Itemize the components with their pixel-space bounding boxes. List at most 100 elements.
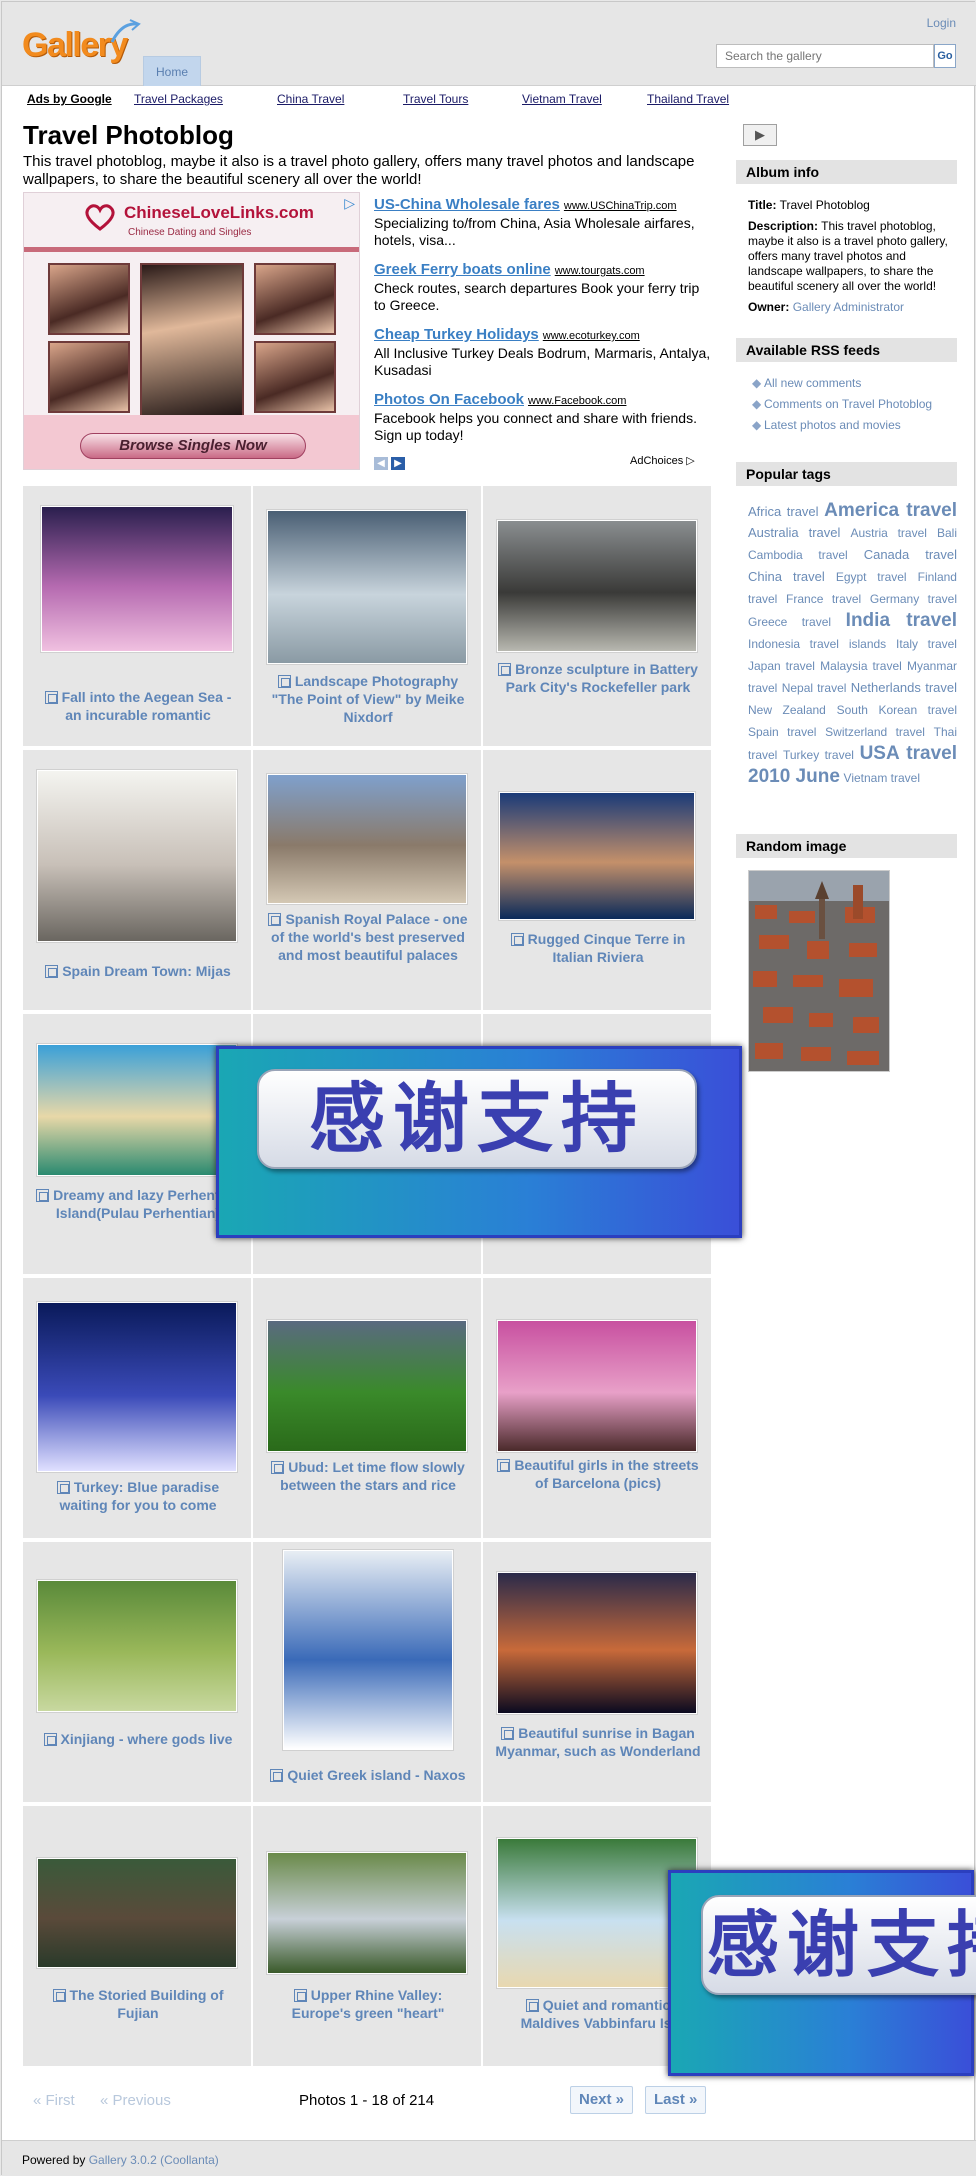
photo-cell[interactable]: Spanish Royal Palace - one of the world'… (253, 750, 481, 1010)
tag-link[interactable]: Switzerland travel (825, 725, 925, 739)
photo-thumbnail[interactable] (499, 792, 695, 920)
tag-link[interactable]: Malaysia travel (820, 659, 902, 673)
photo-thumbnail[interactable] (41, 506, 233, 652)
photo-thumbnail[interactable] (267, 1320, 467, 1452)
tag-link[interactable]: islands (849, 637, 886, 651)
photo-thumbnail[interactable] (497, 520, 697, 652)
photo-thumbnail[interactable] (37, 1302, 237, 1472)
photo-caption[interactable]: Upper Rhine Valley: Europe's green "hear… (265, 1986, 471, 2022)
ad-prev-arrow-icon[interactable]: ◀ (374, 457, 388, 470)
ad-link[interactable]: Vietnam Travel (522, 92, 602, 106)
photo-cell[interactable]: Fall into the Aegean Sea - an incurable … (23, 486, 251, 746)
ad-url[interactable]: www.ecoturkey.com (543, 330, 640, 342)
search-go-button[interactable]: Go (934, 44, 956, 68)
photo-caption[interactable]: The Storied Building of Fujian (35, 1986, 241, 2022)
photo-cell[interactable]: Beautiful sunrise in Bagan Myanmar, such… (483, 1542, 711, 1802)
pager-last-button[interactable]: Last » (645, 2086, 707, 2114)
tag-link[interactable]: Egypt travel (836, 570, 907, 584)
ad-url[interactable]: www.Facebook.com (528, 395, 626, 407)
photo-caption[interactable]: Bronze sculpture in Battery Park City's … (495, 660, 701, 696)
tag-link[interactable]: Nepal travel (782, 681, 847, 695)
tag-link[interactable]: America travel (824, 500, 957, 521)
ad-link[interactable]: Thailand Travel (647, 92, 729, 106)
rss-feed-link[interactable]: ◆ Comments on Travel Photoblog (752, 397, 932, 411)
thanks-overlay-banner-partial[interactable]: 感谢支持 (668, 1870, 976, 2076)
photo-thumbnail[interactable] (37, 1858, 237, 1968)
photo-thumbnail[interactable] (497, 1572, 697, 1714)
tag-link[interactable]: USA travel (860, 743, 957, 764)
ad-title-link[interactable]: Cheap Turkey Holidays (374, 326, 539, 343)
tag-link[interactable]: Australia travel (748, 525, 840, 540)
photo-caption[interactable]: Beautiful sunrise in Bagan Myanmar, such… (495, 1724, 701, 1760)
photo-thumbnail[interactable] (497, 1838, 697, 1988)
search-input[interactable] (716, 44, 934, 68)
photo-thumbnail[interactable] (37, 1580, 237, 1712)
photo-caption[interactable]: Quiet Greek island - Naxos (265, 1766, 471, 1784)
photo-cell[interactable]: Bronze sculpture in Battery Park City's … (483, 486, 711, 746)
adchoice-triangle-icon[interactable]: ▷ (344, 195, 355, 212)
photo-caption[interactable]: Spanish Royal Palace - one of the world'… (265, 910, 471, 964)
photo-thumbnail[interactable] (283, 1550, 453, 1750)
ad-url[interactable]: www.USChinaTrip.com (564, 200, 677, 212)
photo-caption[interactable]: Landscape Photography "The Point of View… (265, 672, 471, 726)
rss-feed-link[interactable]: ◆ All new comments (752, 376, 861, 390)
photo-cell[interactable]: Rugged Cinque Terre in Italian Riviera (483, 750, 711, 1010)
ad-banner[interactable]: ChineseLoveLinks.com Chinese Dating and … (23, 192, 360, 470)
photo-thumbnail[interactable] (267, 1852, 467, 1974)
tag-link[interactable]: India travel (846, 610, 957, 631)
photo-cell[interactable]: Upper Rhine Valley: Europe's green "hear… (253, 1806, 481, 2066)
tag-link[interactable]: New Zealand (748, 703, 826, 717)
tag-link[interactable]: Canada travel (864, 547, 957, 562)
photo-caption[interactable]: Ubud: Let time flow slowly between the s… (265, 1458, 471, 1494)
photo-caption[interactable]: Dreamy and lazy Perhentian Island(Pulau … (35, 1186, 241, 1222)
tag-link[interactable]: Austria travel (850, 526, 926, 540)
ad-link[interactable]: Travel Packages (134, 92, 223, 106)
browse-singles-button[interactable]: Browse Singles Now (80, 433, 306, 459)
login-link[interactable]: Login (927, 16, 956, 30)
adchoices-link[interactable]: AdChoices ▷ (630, 454, 695, 467)
tag-link[interactable]: South Korean travel (837, 703, 957, 717)
ad-link[interactable]: China Travel (277, 92, 344, 106)
tag-link[interactable]: Bali (937, 526, 957, 540)
photo-thumbnail[interactable] (267, 774, 467, 904)
photo-caption[interactable]: Turkey: Blue paradise waiting for you to… (35, 1478, 241, 1514)
album-owner-link[interactable]: Gallery Administrator (793, 300, 904, 314)
tag-link[interactable]: Spain travel (748, 725, 816, 739)
photo-thumbnail[interactable] (37, 1044, 237, 1176)
pager-next-button[interactable]: Next » (570, 2086, 634, 2114)
photo-cell[interactable]: Ubud: Let time flow slowly between the s… (253, 1278, 481, 1538)
tag-link[interactable]: China travel (748, 569, 825, 584)
nav-home-tab[interactable]: Home (143, 56, 201, 86)
photo-thumbnail[interactable] (37, 770, 237, 942)
photo-cell[interactable]: The Storied Building of Fujian (23, 1806, 251, 2066)
tag-link[interactable]: Greece travel (748, 615, 831, 629)
tag-link[interactable]: Indonesia travel (748, 637, 839, 651)
tag-link[interactable]: Italy travel (896, 637, 957, 651)
tag-link[interactable]: Turkey travel (783, 748, 854, 762)
ad-link[interactable]: Travel Tours (403, 92, 468, 106)
tag-link[interactable]: France travel (786, 592, 861, 606)
ad-title-link[interactable]: US-China Wholesale fares (374, 196, 560, 213)
tag-link[interactable]: 2010 June (748, 766, 840, 787)
photo-cell[interactable]: Xinjiang - where gods live (23, 1542, 251, 1802)
tag-link[interactable]: Vietnam travel (844, 771, 920, 785)
photo-caption[interactable]: Rugged Cinque Terre in Italian Riviera (495, 930, 701, 966)
tag-link[interactable]: Netherlands travel (851, 680, 957, 695)
ad-next-arrow-icon[interactable]: ▶ (391, 457, 405, 470)
ad-title-link[interactable]: Photos On Facebook (374, 391, 524, 408)
footer-gallery-link[interactable]: Gallery 3.0.2 (Coollanta) (89, 2153, 219, 2167)
tag-link[interactable]: Africa travel (748, 504, 819, 519)
tag-link[interactable]: Cambodia travel (748, 548, 848, 562)
ad-url[interactable]: www.tourgats.com (555, 265, 645, 277)
random-image[interactable] (748, 870, 890, 1072)
photo-caption[interactable]: Xinjiang - where gods live (35, 1730, 241, 1748)
photo-cell[interactable]: Turkey: Blue paradise waiting for you to… (23, 1278, 251, 1538)
photo-cell[interactable]: Landscape Photography "The Point of View… (253, 486, 481, 746)
photo-cell[interactable]: Quiet Greek island - Naxos (253, 1542, 481, 1802)
photo-thumbnail[interactable] (497, 1320, 697, 1452)
photo-caption[interactable]: Spain Dream Town: Mijas (35, 962, 241, 980)
tag-link[interactable]: Germany travel (870, 592, 957, 606)
photo-caption[interactable]: Beautiful girls in the streets of Barcel… (495, 1456, 701, 1492)
photo-cell[interactable]: Spain Dream Town: Mijas (23, 750, 251, 1010)
ad-title-link[interactable]: Greek Ferry boats online (374, 261, 551, 278)
